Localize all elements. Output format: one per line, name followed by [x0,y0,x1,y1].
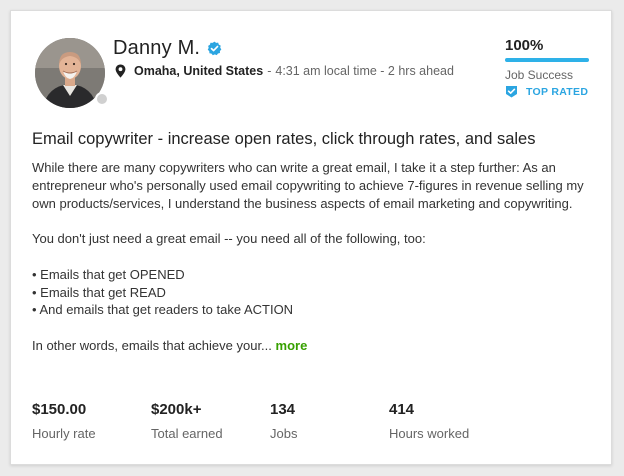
avatar[interactable] [35,38,109,108]
stat-hourly-rate: $150.00 Hourly rate [32,401,96,441]
local-time-text: 4:31 am local time - 2 hrs ahead [275,64,454,78]
stat-label: Hours worked [389,426,470,441]
top-rated-badge[interactable]: TOP RATED [505,85,588,98]
freelancer-name[interactable]: Danny M. [113,37,200,60]
stat-value: 134 [270,401,296,418]
profile-stats: $150.00 Hourly rate $200k+ Total earned … [32,401,592,451]
offline-status-indicator [95,92,109,106]
stat-total-earned: $200k+ Total earned [151,401,223,441]
overview-bullet: • And emails that get readers to take AC… [32,302,294,318]
job-success-value: 100% [505,37,544,54]
name-row: Danny M. [113,37,222,60]
stat-label: Jobs [270,426,298,441]
overview-bullet: • Emails that get READ [32,284,166,300]
location-separator: - [267,64,272,78]
overview-bullet: • Emails that get OPENED [32,266,185,282]
job-success-bar [505,58,589,62]
map-pin-icon [115,64,126,78]
location-text: Omaha, United States [134,64,264,78]
overview-paragraph: You don't just need a great email -- you… [32,231,426,247]
job-success-widget: 100% Job Success [505,37,591,82]
job-success-label: Job Success [505,68,574,82]
stat-hours-worked: 414 Hours worked [389,401,469,441]
top-rated-badge-icon [505,85,518,98]
overview-paragraph: While there are many copywriters who can… [32,160,584,211]
stat-jobs: 134 Jobs [270,401,297,441]
stat-label: Total earned [151,426,223,441]
verified-check-icon [207,41,222,56]
stat-value: $150.00 [32,401,87,418]
profile-overview: While there are many copywriters who can… [32,159,594,355]
job-success-bar-fill [505,58,589,62]
more-link[interactable]: more [276,338,308,353]
stat-value: 414 [389,401,415,418]
freelancer-profile-card: Danny M. Omaha, United States - 4:31 am … [10,10,612,465]
overview-teaser: In other words, emails that achieve your… [32,337,272,353]
stat-label: Hourly rate [32,426,96,441]
stat-value: $200k+ [151,401,202,418]
profile-title: Email copywriter - increase open rates, … [32,130,536,148]
location-row: Omaha, United States - 4:31 am local tim… [115,64,454,78]
overview-teaser-line: In other words, emails that achieve your… [32,337,594,355]
top-rated-label: TOP RATED [526,85,589,98]
